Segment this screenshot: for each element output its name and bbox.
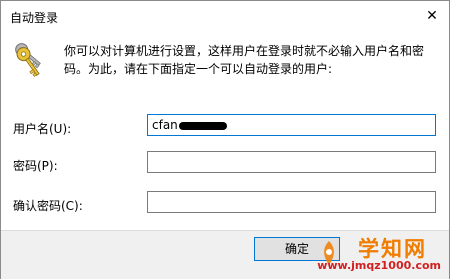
window-title: 自动登录 [10, 11, 59, 25]
password-label: 密码(P): [13, 159, 58, 173]
password-field[interactable] [147, 151, 436, 173]
dialog-content: 你可以对计算机进行设置，这样用户在登录时就不必输入用户名和密码。为此，请在下面指… [1, 32, 449, 230]
dialog-footer: 确定 学知网 www.jmqz1000.com [1, 230, 449, 279]
title-bar: 自动登录 ✕ [1, 1, 449, 32]
watermark-url: www.jmqz1000.com [317, 259, 441, 272]
auto-login-dialog: 自动登录 ✕ 你可以对计算机进行设置，这样用户在登录时就不必输入用户名和密码。为… [0, 0, 450, 279]
close-button[interactable]: ✕ [415, 1, 449, 32]
confirm-password-field[interactable] [147, 191, 436, 213]
confirm-password-label: 确认密码(C): [13, 199, 83, 213]
keys-icon [15, 43, 41, 77]
description-text: 你可以对计算机进行设置，这样用户在登录时就不必输入用户名和密码。为此，请在下面指… [64, 44, 425, 76]
username-label: 用户名(U): [13, 122, 72, 136]
watermark: 学知网 www.jmqz1000.com [317, 233, 443, 277]
username-value: cfan [152, 118, 178, 132]
username-field[interactable]: cfan [147, 114, 436, 136]
redaction-mark [178, 121, 227, 130]
